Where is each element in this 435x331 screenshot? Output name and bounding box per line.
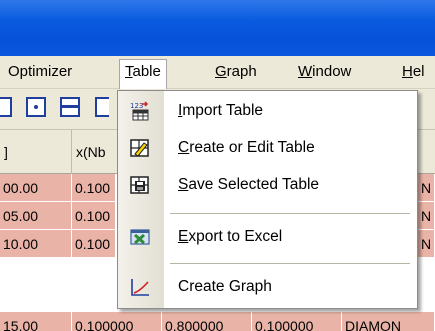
menu-graph[interactable]: Graph bbox=[215, 60, 257, 84]
menu-help-accel: H bbox=[402, 63, 413, 80]
export-excel-label: xport to Excel bbox=[188, 228, 283, 245]
toolbar-point-button[interactable] bbox=[26, 97, 46, 117]
table-cell[interactable]: N bbox=[418, 202, 435, 230]
menu-help-label: el bbox=[412, 63, 425, 80]
menu-graph-label: raph bbox=[226, 63, 257, 80]
table-cell[interactable]: 0.100000 bbox=[72, 312, 162, 331]
menu-item-save-selected-table[interactable]: Save Selected Table bbox=[118, 169, 417, 201]
menu-table[interactable]: Table bbox=[119, 59, 167, 89]
svg-text:123: 123 bbox=[130, 102, 143, 110]
save-table-icon bbox=[130, 176, 149, 194]
toolbar-more-button[interactable] bbox=[95, 97, 109, 117]
table-cell[interactable]: 05.00 bbox=[0, 202, 72, 230]
table-cell[interactable]: 0.800000 bbox=[162, 312, 252, 331]
create-edit-table-label: reate or Edit Table bbox=[189, 139, 315, 156]
menu-item-export-excel[interactable]: Export to Excel bbox=[118, 221, 417, 253]
create-graph-label: Create Graph bbox=[178, 278, 272, 295]
save-selected-table-accel: S bbox=[178, 176, 189, 193]
table-cell[interactable]: 0.100 bbox=[72, 230, 116, 258]
menu-separator bbox=[170, 263, 410, 264]
point-icon bbox=[34, 105, 38, 109]
save-selected-table-label: ave Selected Table bbox=[188, 176, 320, 193]
menu-window[interactable]: Window bbox=[298, 60, 351, 84]
menu-item-create-edit-table[interactable]: Create or Edit Table bbox=[118, 132, 417, 164]
table-cell[interactable]: 0.100 bbox=[72, 174, 116, 202]
table-cell[interactable]: 00.00 bbox=[0, 174, 72, 202]
graph-icon bbox=[131, 279, 149, 296]
menu-window-accel: W bbox=[298, 63, 313, 80]
table-dropdown-menu: 123 Import Table Create or Edit Table Sa… bbox=[117, 90, 418, 309]
menu-separator bbox=[170, 213, 410, 214]
export-excel-accel: E bbox=[178, 228, 189, 245]
toolbar-partial-button[interactable] bbox=[0, 97, 12, 117]
toolbar-line-button[interactable] bbox=[60, 97, 80, 117]
table-cell[interactable]: 0.100 bbox=[72, 202, 116, 230]
import-table-label: mport Table bbox=[182, 102, 264, 119]
table-cell[interactable]: N bbox=[418, 174, 435, 202]
menu-table-accel: T bbox=[125, 63, 133, 80]
menu-bar: Optimizer Table Graph Window Hel bbox=[0, 56, 435, 89]
window-title-bar bbox=[0, 0, 435, 56]
hline-icon bbox=[62, 105, 78, 108]
menu-optimizer-label: Optimizer bbox=[8, 63, 73, 80]
create-edit-table-accel: C bbox=[178, 139, 190, 156]
menu-item-import-table[interactable]: 123 Import Table bbox=[118, 95, 417, 127]
menu-table-label: able bbox=[132, 63, 161, 80]
column-header[interactable]: ] bbox=[0, 130, 72, 174]
import-table-icon: 123 bbox=[130, 101, 149, 121]
table-cell[interactable]: DIAMON bbox=[342, 312, 435, 331]
edit-table-icon bbox=[130, 139, 149, 157]
menu-item-create-graph[interactable]: Create Graph bbox=[118, 271, 417, 303]
menu-help[interactable]: Hel bbox=[402, 60, 425, 84]
menu-optimizer[interactable]: Optimizer bbox=[8, 60, 72, 84]
excel-icon bbox=[130, 229, 150, 245]
table-cell[interactable]: N bbox=[418, 230, 435, 258]
table-cell[interactable]: 0.100000 bbox=[252, 312, 342, 331]
table-cell[interactable]: 10.00 bbox=[0, 230, 72, 258]
table-cell[interactable]: 15.00 bbox=[0, 312, 72, 331]
menu-graph-accel: G bbox=[215, 63, 227, 80]
menu-window-label: indow bbox=[312, 63, 352, 80]
